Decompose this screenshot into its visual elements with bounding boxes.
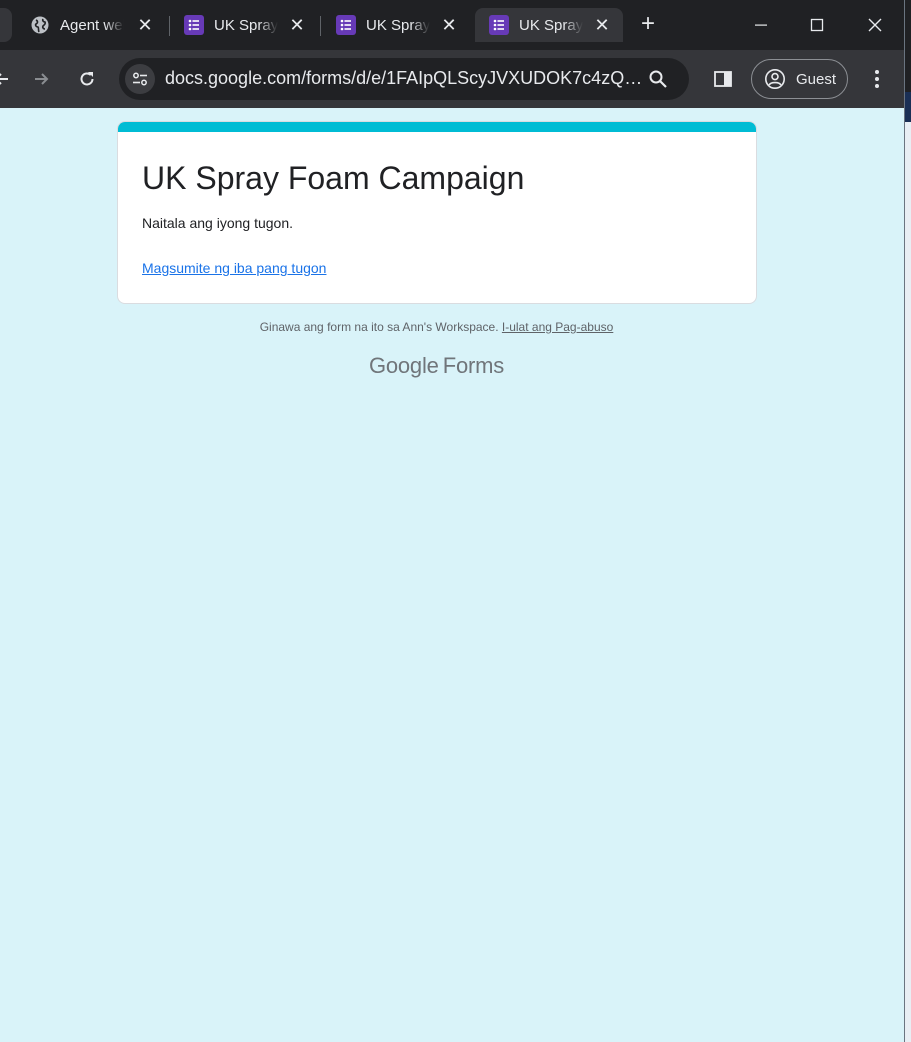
tab-title: UK Spray Foam Campaign bbox=[366, 16, 430, 34]
logo-forms-text: Forms bbox=[442, 353, 505, 378]
address-bar[interactable]: docs.google.com/forms/d/e/1FAIpQLScyJVXU… bbox=[119, 58, 689, 100]
profile-label: Guest bbox=[796, 70, 837, 88]
back-button[interactable] bbox=[0, 65, 16, 93]
background-window-top bbox=[905, 0, 911, 92]
google-forms-icon bbox=[184, 15, 204, 35]
background-window-header bbox=[905, 92, 911, 122]
confirmation-card: UK Spray Foam Campaign Naitala ang iyong… bbox=[117, 121, 757, 304]
report-abuse-link[interactable]: I-ulat ang Pag-abuso bbox=[502, 320, 613, 334]
url-text[interactable]: docs.google.com/forms/d/e/1FAIpQLScyJVXU… bbox=[165, 68, 645, 89]
tune-icon bbox=[133, 72, 147, 86]
tab-agent-web[interactable]: Agent web ✕ bbox=[16, 8, 166, 42]
search-zoom-icon bbox=[649, 70, 667, 88]
close-tab-icon[interactable]: ✕ bbox=[136, 16, 154, 34]
forward-button[interactable] bbox=[27, 65, 55, 93]
globe-icon bbox=[30, 15, 50, 35]
card-accent-bar bbox=[118, 122, 756, 132]
logo-google-text: Google bbox=[368, 353, 439, 378]
close-icon bbox=[868, 18, 882, 32]
reload-button[interactable] bbox=[73, 65, 101, 93]
reload-icon bbox=[80, 72, 94, 86]
footer-note: Ginawa ang form na ito sa Ann's Workspac… bbox=[0, 320, 873, 334]
form-page: UK Spray Foam Campaign Naitala ang iyong… bbox=[0, 108, 904, 1042]
close-window-button[interactable] bbox=[864, 14, 886, 36]
tab-title: Agent web bbox=[60, 16, 124, 34]
new-tab-button[interactable]: + bbox=[636, 12, 660, 36]
maximize-button[interactable] bbox=[806, 14, 828, 36]
form-title: UK Spray Foam Campaign bbox=[142, 160, 525, 196]
browser-menu-button[interactable] bbox=[866, 68, 888, 90]
back-arrow-icon bbox=[0, 73, 8, 85]
side-panel-icon bbox=[714, 71, 732, 87]
tab-uk-spray-1[interactable]: UK Spray Foam Campaign ✕ bbox=[170, 8, 318, 42]
site-info-button[interactable] bbox=[125, 64, 155, 94]
close-tab-icon[interactable]: ✕ bbox=[440, 16, 458, 34]
tab-uk-spray-2[interactable]: UK Spray Foam Campaign ✕ bbox=[322, 8, 470, 42]
browser-window: Agent web ✕ UK Spray Foam Campaign ✕ bbox=[0, 0, 904, 1042]
tab-title: UK Spray Foam Campaign bbox=[214, 16, 278, 34]
account-circle-icon bbox=[765, 69, 785, 89]
google-forms-icon bbox=[336, 15, 356, 35]
tab-title: UK Spray Foam Campaign bbox=[519, 16, 583, 34]
tab-separator bbox=[320, 16, 321, 36]
close-tab-icon[interactable]: ✕ bbox=[593, 16, 611, 34]
minimize-button[interactable] bbox=[750, 14, 772, 36]
zoom-button[interactable] bbox=[647, 68, 669, 90]
profile-button[interactable]: Guest bbox=[751, 59, 848, 99]
maximize-icon bbox=[810, 18, 824, 32]
google-forms-logo[interactable]: Google Forms bbox=[0, 353, 873, 379]
background-window-edge bbox=[904, 0, 911, 1042]
close-tab-icon[interactable]: ✕ bbox=[288, 16, 306, 34]
tab-previous-partial[interactable] bbox=[0, 8, 12, 42]
minimize-icon bbox=[755, 24, 767, 26]
more-vert-icon bbox=[875, 70, 879, 88]
footer-workspace-text: Ginawa ang form na ito sa Ann's Workspac… bbox=[259, 320, 502, 334]
google-forms-icon bbox=[489, 15, 509, 35]
forward-arrow-icon bbox=[35, 73, 49, 85]
confirmation-message: Naitala ang iyong tugon. bbox=[142, 215, 293, 231]
tab-strip: Agent web ✕ UK Spray Foam Campaign ✕ bbox=[0, 0, 904, 50]
submit-another-response-link[interactable]: Magsumite ng iba pang tugon bbox=[142, 260, 326, 276]
browser-toolbar: docs.google.com/forms/d/e/1FAIpQLScyJVXU… bbox=[0, 50, 904, 108]
side-panel-button[interactable] bbox=[712, 68, 734, 90]
tab-uk-spray-active[interactable]: UK Spray Foam Campaign ✕ bbox=[475, 8, 623, 42]
